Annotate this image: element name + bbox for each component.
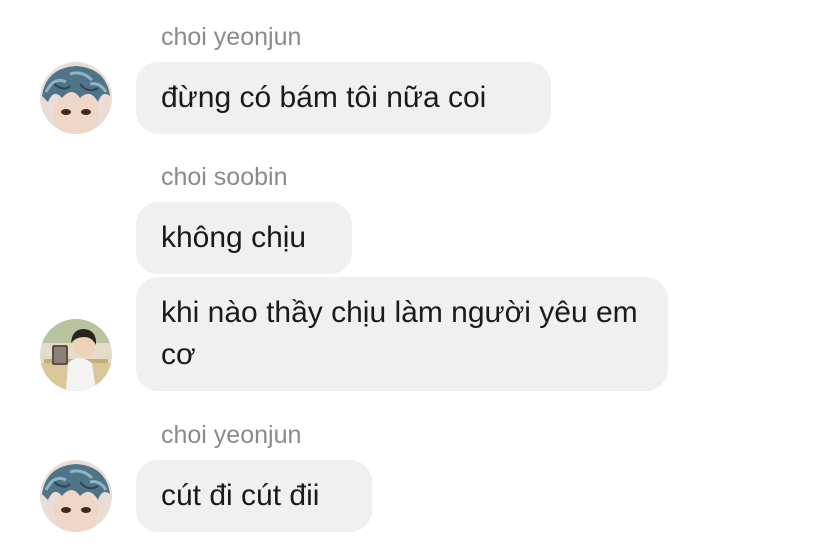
message-bubble: khi nào thầy chịu làm người yêu em cơ bbox=[136, 277, 668, 391]
avatar-yeonjun[interactable] bbox=[40, 460, 112, 532]
sender-name: choi yeonjun bbox=[161, 421, 302, 449]
message-text: không chịu bbox=[161, 221, 307, 254]
message-bubble: đừng có bám tôi nữa coi bbox=[136, 62, 551, 134]
sender-name: choi yeonjun bbox=[161, 23, 302, 51]
message-text: đừng có bám tôi nữa coi bbox=[161, 81, 487, 114]
message-bubble: cút đi cút đii bbox=[136, 460, 372, 532]
sender-name: choi soobin bbox=[161, 163, 288, 191]
message-text: cút đi cút đii bbox=[161, 479, 320, 512]
avatar-soobin[interactable] bbox=[40, 319, 112, 391]
avatar-yeonjun[interactable] bbox=[40, 62, 112, 134]
message-text: khi nào thầy chịu làm người yêu em cơ bbox=[161, 296, 638, 371]
message-bubble: không chịu bbox=[136, 202, 352, 274]
